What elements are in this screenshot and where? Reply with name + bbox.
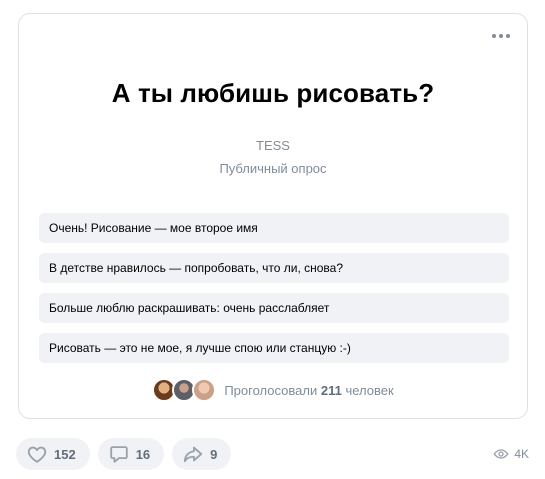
poll-title: А ты любишь рисовать? bbox=[111, 78, 435, 108]
like-count: 152 bbox=[54, 446, 76, 462]
views-counter: 4K bbox=[493, 446, 529, 462]
comment-icon bbox=[109, 446, 128, 463]
poll-options: Очень! Рисование — мое второе имя В детс… bbox=[39, 213, 509, 373]
poll-type: Публичный опрос bbox=[219, 161, 327, 176]
voters-text: Проголосовали 211 человек bbox=[224, 383, 393, 398]
comment-count: 16 bbox=[135, 446, 151, 462]
voters-summary[interactable]: Проголосовали 211 человек bbox=[19, 378, 527, 402]
poll-author[interactable]: TESS bbox=[19, 138, 527, 153]
share-arrow-icon bbox=[184, 446, 203, 463]
voters-suffix: человек bbox=[345, 382, 394, 398]
post-actions: 152 16 9 bbox=[16, 438, 239, 470]
voter-avatars bbox=[152, 378, 217, 402]
eye-icon bbox=[493, 449, 509, 459]
poll-card: А ты любишь рисовать? TESS Публичный опр… bbox=[18, 13, 528, 419]
avatar bbox=[192, 378, 217, 402]
more-options-icon[interactable] bbox=[491, 26, 511, 46]
share-button[interactable]: 9 bbox=[172, 438, 232, 470]
poll-option[interactable]: В детстве нравилось — попробовать, что л… bbox=[39, 253, 509, 283]
like-button[interactable]: 152 bbox=[16, 438, 90, 470]
voters-count: 211 bbox=[320, 382, 342, 398]
heart-icon bbox=[27, 446, 47, 463]
comment-button[interactable]: 16 bbox=[97, 438, 165, 470]
share-count: 9 bbox=[210, 446, 218, 462]
views-count: 4K bbox=[514, 447, 529, 461]
poll-option[interactable]: Рисовать — это не мое, я лучше спою или … bbox=[39, 333, 509, 363]
poll-option[interactable]: Больше люблю раскрашивать: очень расслаб… bbox=[39, 293, 509, 323]
poll-option[interactable]: Очень! Рисование — мое второе имя bbox=[39, 213, 509, 243]
voters-prefix: Проголосовали bbox=[224, 382, 318, 398]
